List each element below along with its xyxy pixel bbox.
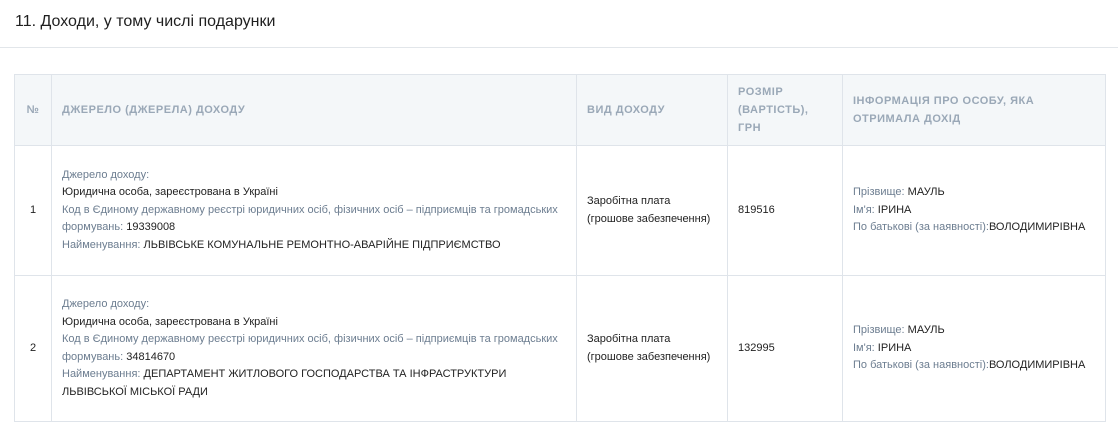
surname-line: Прізвище: МАУЛЬ: [853, 322, 1095, 340]
organization-name-line: Найменування: ЛЬВІВСЬКЕ КОМУНАЛЬНЕ РЕМОН…: [62, 237, 566, 255]
patronymic-value: ВОЛОДИМИРІВНА: [988, 221, 1086, 234]
source-label: Джерело доходу:: [62, 298, 150, 310]
income-table: № ДЖЕРЕЛО (ДЖЕРЕЛА) ДОХОДУ ВИД ДОХОДУ РО…: [14, 74, 1106, 422]
header-number: №: [14, 74, 52, 146]
registry-code-value: 34814670: [126, 350, 176, 363]
header-recipient-info: ІНФОРМАЦІЯ ПРО ОСОБУ, ЯКА ОТРИМАЛА ДОХІД: [842, 74, 1106, 146]
surname-label: Прізвище:: [853, 186, 905, 199]
recipient-info-cell: Прізвище: МАУЛЬ Ім'я: ІРИНА По батькові …: [842, 145, 1106, 276]
income-source-cell: Джерело доходу: Юридична особа, зареєстр…: [51, 145, 577, 276]
header-amount: РОЗМІР (ВАРТІСТЬ), ГРН: [727, 74, 843, 146]
organization-name-line: Найменування: ДЕПАРТАМЕНТ ЖИТЛОВОГО ГОСП…: [62, 366, 566, 401]
amount-cell: 132995: [727, 275, 843, 422]
patronymic-line: По батькові (за наявності):ВОЛОДИМИРІВНА: [853, 219, 1095, 237]
table-row: 2 Джерело доходу: Юридична особа, зареєс…: [14, 275, 1106, 422]
patronymic-label: По батькові (за наявності):: [853, 359, 989, 372]
income-source-cell: Джерело доходу: Юридична особа, зареєстр…: [51, 275, 577, 422]
income-type-cell: Заробітна плата (грошове забезпечення): [576, 275, 728, 422]
firstname-label: Ім'я:: [853, 341, 875, 354]
organization-name-label: Найменування:: [62, 368, 141, 380]
surname-value: МАУЛЬ: [907, 324, 945, 337]
surname-label: Прізвище:: [853, 324, 905, 337]
source-label: Джерело доходу:: [62, 168, 150, 181]
firstname-line: Ім'я: ІРИНА: [853, 202, 1095, 220]
section-title: 11. Доходи, у тому числі подарунки: [15, 13, 276, 30]
registry-code-line: Код в Єдиному державному реєстрі юридичн…: [62, 202, 566, 237]
source-type-value: Юридична особа, зареєстрована в Україні: [62, 315, 278, 328]
firstname-line: Ім'я: ІРИНА: [853, 340, 1095, 358]
surname-value: МАУЛЬ: [907, 186, 945, 199]
patronymic-value: ВОЛОДИМИРІВНА: [988, 359, 1086, 372]
recipient-info-cell: Прізвище: МАУЛЬ Ім'я: ІРИНА По батькові …: [842, 275, 1106, 422]
patronymic-label: По батькові (за наявності):: [853, 221, 989, 234]
registry-code-line: Код в Єдиному державному реєстрі юридичн…: [62, 331, 566, 366]
patronymic-line: По батькові (за наявності):ВОЛОДИМИРІВНА: [853, 357, 1095, 375]
table-header-row: № ДЖЕРЕЛО (ДЖЕРЕЛА) ДОХОДУ ВИД ДОХОДУ РО…: [14, 74, 1106, 146]
firstname-value: ІРИНА: [877, 341, 912, 354]
header-income-type: ВИД ДОХОДУ: [576, 74, 728, 146]
organization-name-label: Найменування:: [62, 238, 141, 251]
income-table-wrapper: № ДЖЕРЕЛО (ДЖЕРЕЛА) ДОХОДУ ВИД ДОХОДУ РО…: [14, 74, 1106, 422]
row-number: 2: [14, 275, 52, 422]
surname-line: Прізвище: МАУЛЬ: [853, 184, 1095, 202]
firstname-label: Ім'я:: [853, 203, 875, 216]
amount-cell: 819516: [727, 145, 843, 276]
income-type-cell: Заробітна плата (грошове забезпечення): [576, 145, 728, 276]
header-income-source: ДЖЕРЕЛО (ДЖЕРЕЛА) ДОХОДУ: [51, 74, 577, 146]
registry-code-value: 19339008: [126, 221, 176, 234]
organization-name-value: ЛЬВІВСЬКЕ КОМУНАЛЬНЕ РЕМОНТНО-АВАРІЙНЕ П…: [143, 238, 501, 251]
section-header: 11. Доходи, у тому числі подарунки: [0, 0, 1118, 48]
table-row: 1 Джерело доходу: Юридична особа, зареєс…: [14, 145, 1106, 276]
firstname-value: ІРИНА: [877, 203, 912, 216]
row-number: 1: [14, 145, 52, 276]
source-type-value: Юридична особа, зареєстрована в Україні: [62, 186, 278, 199]
